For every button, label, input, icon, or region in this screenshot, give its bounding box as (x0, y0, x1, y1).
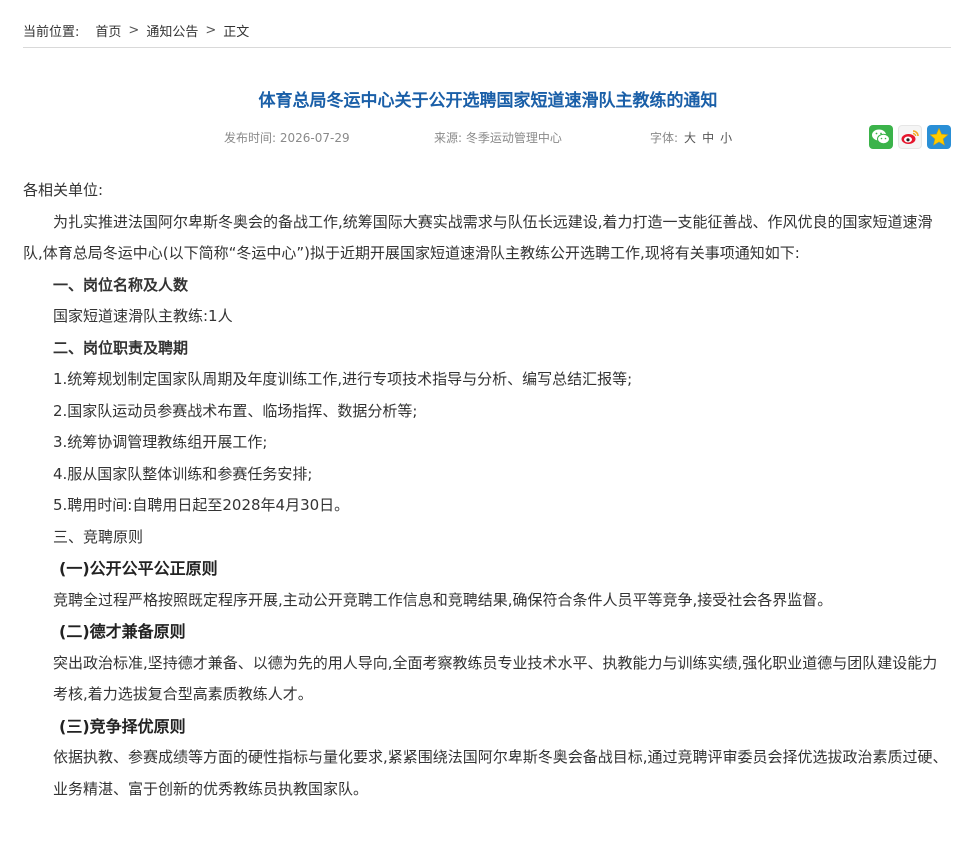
wechat-icon (872, 129, 890, 145)
salutation: 各相关单位: (23, 181, 104, 199)
weibo-share-button[interactable] (898, 125, 922, 149)
breadcrumb-separator: > (128, 23, 140, 38)
principle-heading: (一)公开公平公正原则 (59, 559, 218, 578)
favorite-button[interactable] (927, 125, 951, 149)
principle-text: 竞聘全过程严格按照既定程序开展,主动公开竞聘工作信息和竞聘结果,确保符合条件人员… (53, 590, 833, 609)
principle-text: 突出政治标准,坚持德才兼备、以德为先的用人导向,全面考察教练员专业技术水平、执教… (53, 653, 938, 704)
section-heading: 二、岗位职责及聘期 (53, 338, 189, 357)
duty-item: 5.聘用时间:自聘用日起至2028年4月30日。 (53, 496, 350, 514)
font-size-label: 字体: (650, 131, 679, 145)
article-body: 各相关单位: 为扎实推进法国阿尔卑斯冬奥会的备战工作,统筹国际大赛实战需求与队伍… (23, 175, 951, 805)
duty-item: 1.统筹规划制定国家队周期及年度训练工作,进行专项技术指导与分析、编写总结汇报等… (53, 370, 633, 388)
share-bar (869, 125, 951, 149)
font-size-small-button[interactable]: 小 (720, 129, 732, 146)
principle-text: 依据执教、参赛成绩等方面的硬性指标与量化要求,紧紧围绕法国阿尔卑斯冬奥会备战目标… (53, 748, 948, 798)
duty-item: 4.服从国家队整体训练和参赛任务安排; (53, 464, 313, 483)
breadcrumb-notices-link[interactable]: 通知公告 (146, 21, 198, 40)
article-title: 体育总局冬运中心关于公开选聘国家短道速滑队主教练的通知 (258, 91, 718, 111)
principle-heading: (二)德才兼备原则 (59, 622, 186, 641)
font-size-large-button[interactable]: 大 (684, 129, 696, 146)
header-divider (23, 47, 951, 48)
position-count: 国家短道速滑队主教练:1人 (53, 307, 233, 325)
breadcrumb-prefix: 当前位置: (23, 25, 80, 40)
principle-heading: (三)竞争择优原则 (59, 716, 186, 736)
wechat-share-button[interactable] (869, 125, 893, 149)
breadcrumb-separator: > (205, 23, 217, 38)
font-size-control: 字体: 大 中 小 (650, 129, 732, 146)
article-source: 来源: 冬季运动管理中心 (434, 131, 562, 145)
intro-paragraph: 为扎实推进法国阿尔卑斯冬奥会的备战工作,统筹国际大赛实战需求与队伍长远建设,着力… (23, 212, 933, 263)
duty-item: 3.统筹协调管理教练组开展工作; (53, 433, 268, 451)
font-size-medium-button[interactable]: 中 (702, 129, 714, 146)
section-heading: 一、岗位名称及人数 (53, 275, 189, 294)
weibo-icon (901, 130, 919, 144)
favorite-star-icon (929, 127, 949, 146)
section-heading: 三、竞聘原则 (53, 527, 144, 546)
breadcrumb-home-link[interactable]: 首页 (95, 21, 121, 40)
duty-item: 2.国家队运动员参赛战术布置、临场指挥、数据分析等; (53, 401, 418, 420)
breadcrumb: 当前位置: 首页 > 通知公告 > 正文 (23, 21, 249, 40)
breadcrumb-current: 正文 (223, 25, 250, 40)
publish-date: 发布时间: 2026-07-29 (224, 131, 350, 145)
